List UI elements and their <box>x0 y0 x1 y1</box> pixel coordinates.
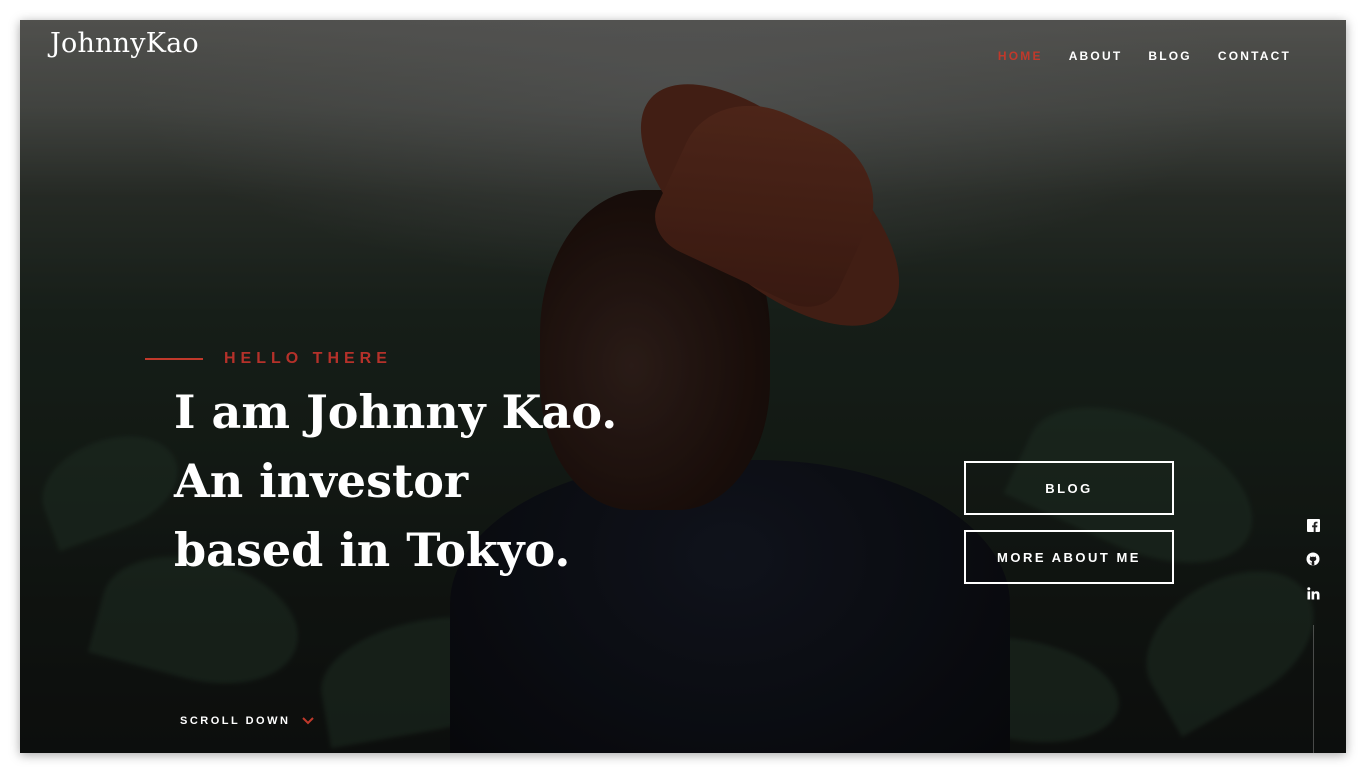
nav-blog[interactable]: BLOG <box>1148 49 1191 63</box>
headline-line-3: based in Tokyo. <box>174 523 571 577</box>
blog-button[interactable]: BLOG <box>964 461 1174 515</box>
social-links <box>1306 518 1320 600</box>
linkedin-icon[interactable] <box>1306 586 1320 600</box>
chevron-down-icon <box>302 712 315 730</box>
kicker-line <box>145 358 203 360</box>
more-about-me-button[interactable]: MORE ABOUT ME <box>964 530 1174 584</box>
headline-line-2: An investor <box>174 454 469 508</box>
github-icon[interactable] <box>1306 552 1320 566</box>
social-divider-line <box>1313 625 1314 753</box>
kicker-text: HELLO THERE <box>224 350 392 367</box>
nav-about[interactable]: ABOUT <box>1069 49 1123 63</box>
hero-kicker: HELLO THERE <box>145 350 392 368</box>
nav-home[interactable]: HOME <box>998 49 1043 63</box>
nav-contact[interactable]: CONTACT <box>1218 49 1291 63</box>
hero-section: JohnnyKao HOME ABOUT BLOG CONTACT HELLO … <box>20 20 1346 753</box>
scroll-down-link[interactable]: SCROLL DOWN <box>180 712 315 730</box>
headline-line-1: I am Johnny Kao. <box>174 385 618 439</box>
hero-headline: I am Johnny Kao. An investor based in To… <box>174 378 617 585</box>
main-nav: HOME ABOUT BLOG CONTACT <box>998 49 1291 63</box>
site-logo[interactable]: JohnnyKao <box>50 28 199 59</box>
scroll-down-label: SCROLL DOWN <box>180 715 291 727</box>
facebook-icon[interactable] <box>1306 518 1320 532</box>
